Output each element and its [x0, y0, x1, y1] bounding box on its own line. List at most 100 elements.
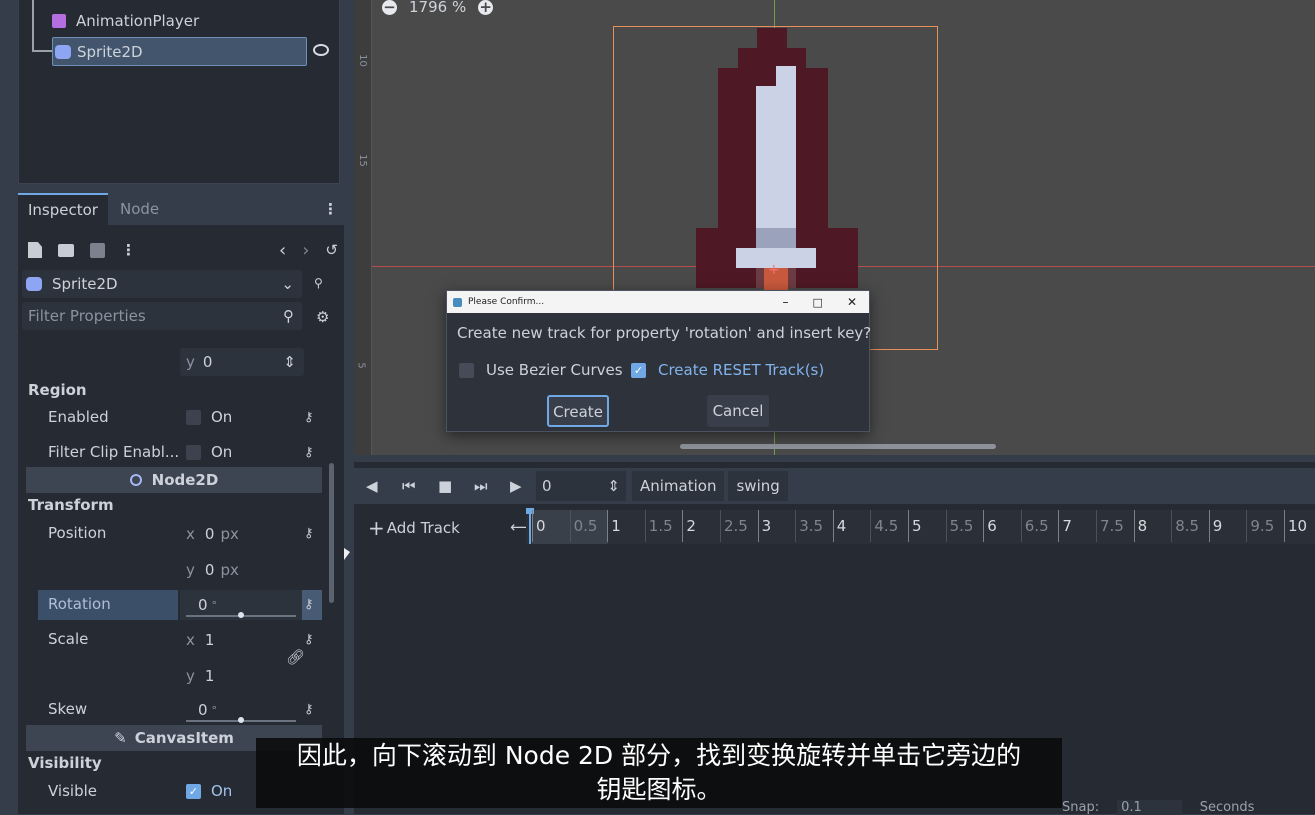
enabled-label: Enabled [48, 408, 109, 426]
tab-node[interactable]: Node [108, 194, 171, 224]
timeline-tick-label: 0.5 [569, 510, 597, 542]
rotation-value: 0 [198, 596, 208, 614]
animation-menu-button[interactable]: Animation [632, 471, 725, 501]
position-x-value: 0 [204, 525, 215, 543]
minimize-icon[interactable]: – [783, 295, 789, 309]
vertical-split[interactable] [344, 0, 354, 814]
create-button[interactable]: Create [547, 395, 609, 427]
timeline-tick-label: 5 [908, 510, 922, 542]
viewport-h-scrollbar[interactable] [680, 444, 996, 449]
zoom-in-icon[interactable]: + [478, 0, 494, 15]
add-track-button[interactable]: + Add Track [368, 516, 460, 540]
degree-label: ° [211, 703, 218, 717]
snap-value[interactable]: 0.1 [1117, 799, 1182, 815]
timeline-ruler[interactable]: 0 0.5 1 1.5 2 2.5 3 3.5 4 4.5 5 5.5 6 6.5 7 7.5 8 8.5 9 9.5… [526, 508, 1315, 544]
seconds-label[interactable]: Seconds [1200, 800, 1255, 815]
maximize-icon[interactable]: □ [813, 296, 823, 309]
spinner-icon[interactable]: ⇕ [283, 353, 296, 371]
node2d-section-header[interactable]: Node2D [26, 467, 322, 493]
visibility-title: Visibility [28, 754, 102, 772]
search-icon: ⚲ [283, 307, 294, 325]
animation-toolbar: ◀ ⏮ ■ ⏭ ▶ 0 ⇕ Animation swing [354, 468, 1315, 504]
timeline-tick-label: 1.5 [644, 510, 673, 542]
history-icon[interactable]: ↺ [325, 241, 338, 259]
keyframe-key-icon[interactable]: ⚷ [304, 702, 314, 717]
zoom-out-icon[interactable]: − [382, 0, 397, 15]
skew-slider-grabber[interactable] [238, 717, 244, 723]
tree-item-animationplayer[interactable]: AnimationPlayer [52, 10, 199, 32]
position-y-field[interactable]: y 0 px [180, 556, 300, 584]
axis-y-label: y [186, 561, 195, 579]
timeline-tick-label: 4 [832, 510, 846, 542]
stop-icon[interactable]: ■ [438, 477, 474, 495]
rotation-slider-grabber[interactable] [238, 612, 244, 618]
spinner-icon: ⇕ [607, 477, 620, 495]
open-folder-icon[interactable] [58, 243, 74, 257]
tab-inspector[interactable]: Inspector [18, 193, 108, 225]
history-forward-icon[interactable]: › [302, 240, 309, 261]
keyframe-key-icon[interactable]: ⚷ [304, 410, 314, 425]
position-x-field[interactable]: x 0 px [180, 520, 300, 548]
play-backwards-from-end-icon[interactable]: ◀ [366, 477, 402, 495]
save-icon[interactable] [90, 242, 105, 258]
snap-label: Snap: [1062, 799, 1100, 815]
history-back-icon[interactable]: ‹ [279, 240, 286, 261]
timeline-tick-label: 9.5 [1246, 510, 1274, 542]
link-chain-icon[interactable]: 🔗︎ [286, 648, 305, 666]
ruler-tick-label: 10 [356, 54, 368, 67]
inspector-scrollbar[interactable] [329, 463, 334, 603]
checkbox-checked-icon: ✓ [631, 362, 646, 378]
tree-line-h [32, 50, 52, 52]
visibility-eye-icon[interactable] [313, 44, 329, 56]
dialog-title-bar: Please Confirm... – □ ✕ [447, 291, 869, 313]
more-icon[interactable]: ⋮ [121, 241, 136, 259]
offset-y-value: 0 [202, 353, 213, 371]
tab-menu-icon[interactable]: ⋮ [323, 200, 338, 218]
scale-x-field[interactable]: x 1 [180, 626, 280, 654]
bezier-checkbox[interactable]: Use Bezier Curves [459, 361, 623, 379]
timeline-tick-label: 8 [1133, 510, 1147, 542]
animation-name-selector[interactable]: swing [728, 471, 788, 501]
dialog-title: Please Confirm... [468, 297, 545, 307]
filter-clip-checkbox[interactable]: On [186, 443, 232, 461]
transform-title: Transform [28, 496, 114, 514]
play-icon[interactable]: ▶ [510, 477, 536, 495]
zoom-controls: − 1796 % + [382, 0, 494, 16]
offset-y-field[interactable]: y 0 ⇕ [180, 348, 304, 376]
scale-y-field[interactable]: y 1 [180, 662, 280, 690]
add-track-label: Add Track [386, 519, 460, 537]
filter-settings-icon[interactable]: ⚙ [316, 308, 329, 326]
close-icon[interactable]: ✕ [847, 295, 857, 309]
play-backwards-icon[interactable]: ⏮ [402, 477, 438, 495]
vertical-ruler [354, 0, 372, 455]
cancel-button[interactable]: Cancel [707, 395, 769, 427]
zoom-level[interactable]: 1796 % [409, 0, 466, 16]
playhead[interactable] [529, 510, 531, 544]
pivot-icon: + [768, 262, 780, 278]
keyframe-key-icon[interactable]: ⚷ [304, 445, 314, 460]
keyframe-key-icon[interactable]: ⚷ [304, 526, 314, 541]
keyframe-key-icon[interactable]: ⚷ [304, 632, 314, 647]
filter-clip-label: Filter Clip Enabl... [48, 443, 180, 461]
object-search-icon[interactable]: ⚲ [314, 276, 323, 290]
reset-track-checkbox[interactable]: ✓ Create RESET Track(s) [631, 361, 824, 379]
filter-placeholder: Filter Properties [28, 307, 146, 325]
visible-checkbox[interactable]: ✓ On [186, 782, 232, 800]
new-resource-icon[interactable] [28, 242, 42, 258]
rotation-keyframe-key-icon[interactable]: ⚷ [302, 590, 322, 620]
inspector-panel: Inspector Node ⋮ ⋮ ‹ › ↺ Sprite2D ⌄ ⚲ Fi… [0, 188, 344, 814]
play-from-start-icon[interactable]: ⏭ [474, 477, 510, 495]
object-selector[interactable]: Sprite2D ⌄ [22, 270, 302, 298]
tree-item-sprite2d[interactable]: Sprite2D [52, 37, 307, 66]
timeline-tick-label: 0 [532, 510, 546, 542]
position-label: Position [48, 524, 107, 542]
time-field[interactable]: 0 ⇕ [536, 471, 626, 501]
scale-label: Scale [48, 630, 89, 648]
subtitle-line-2: 钥匙图标。 [596, 775, 722, 804]
filter-clip-value: On [211, 443, 233, 461]
filter-properties-field[interactable]: Filter Properties ⚲ [22, 302, 302, 330]
position-y-value: 0 [204, 561, 215, 579]
timeline-tick-label: 6.5 [1020, 510, 1049, 542]
enabled-checkbox[interactable]: On [186, 408, 232, 426]
checkbox-icon [459, 362, 474, 378]
